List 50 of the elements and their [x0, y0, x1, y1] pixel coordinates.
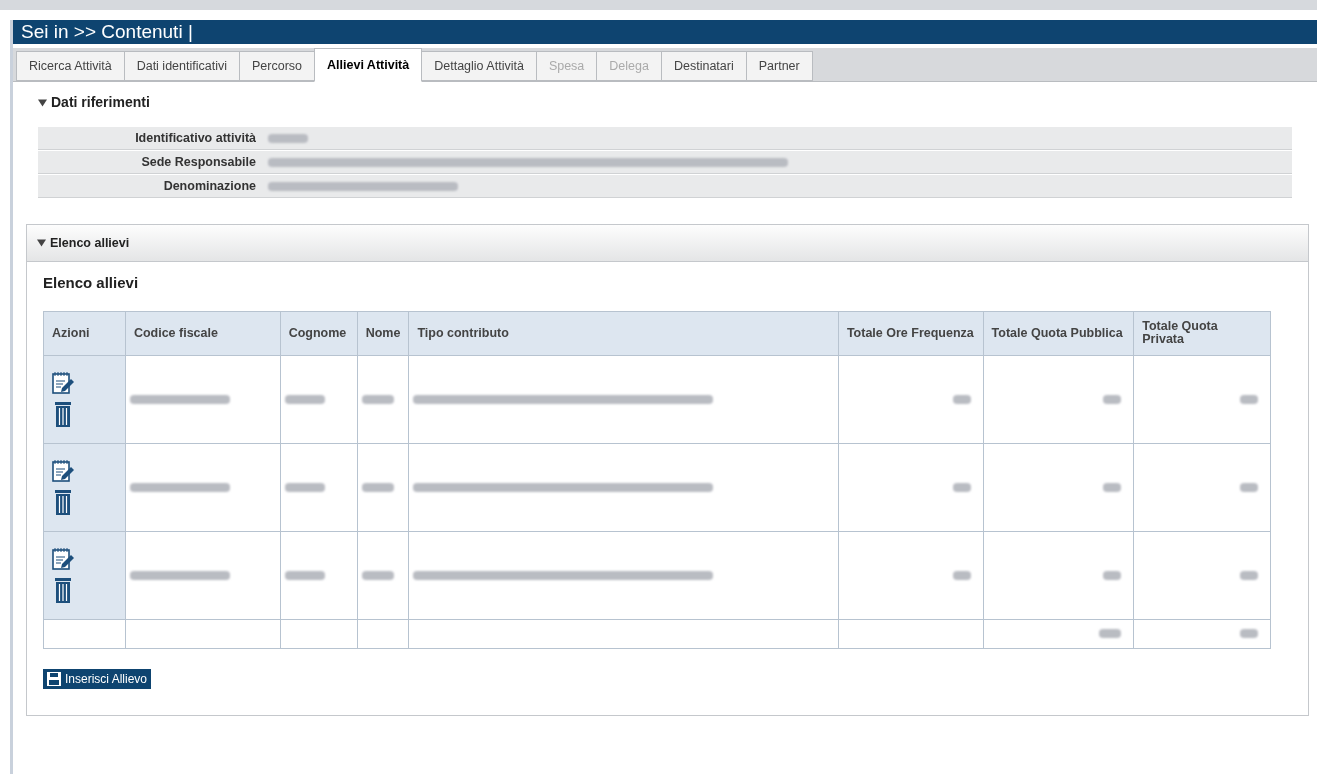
tab[interactable]: Dati identificativi: [123, 51, 240, 81]
tab[interactable]: Partner: [745, 51, 813, 81]
page-header: Sei in >> Contenuti |: [13, 20, 1317, 44]
trash-icon[interactable]: [55, 577, 71, 603]
column-header: Tipo contributo: [408, 311, 839, 355]
tab[interactable]: Destinatari: [660, 51, 747, 81]
column-header: Codice fiscale: [125, 311, 281, 355]
redacted-text: [1103, 482, 1122, 492]
redacted-total: [1099, 629, 1122, 639]
column-header: Azioni: [43, 311, 126, 355]
redacted-text: [1240, 570, 1258, 580]
field-label: Sede Responsabile: [140, 153, 257, 171]
redacted-text: [952, 394, 971, 404]
insert-student-button[interactable]: Inserisci Allievo: [43, 668, 152, 689]
tab[interactable]: Allievi Attività: [314, 48, 423, 82]
redacted-text: [952, 570, 971, 580]
field-label: Denominazione: [162, 177, 257, 195]
redacted-text: [361, 482, 394, 492]
redacted-text: [1240, 482, 1258, 492]
tab[interactable]: Dettaglio Attività: [421, 51, 537, 81]
field-label: Identificativo attività: [134, 129, 257, 147]
redacted-text: [284, 482, 325, 492]
triangle-icon[interactable]: [37, 239, 46, 247]
redacted-text: [1103, 394, 1122, 404]
panel-header[interactable]: Elenco allievi: [27, 225, 1308, 262]
redacted-text: [361, 570, 394, 580]
edit-icon[interactable]: [52, 459, 74, 483]
redacted-text: [284, 570, 325, 580]
column-header: Nome: [357, 311, 409, 355]
column-header: Totale Ore Frequenza: [838, 311, 984, 355]
panel-title: Elenco allievi: [43, 273, 140, 293]
redacted-total: [1240, 629, 1258, 639]
edit-icon[interactable]: [52, 371, 74, 395]
save-icon: [47, 671, 61, 686]
column-header: Totale Quota Privata: [1133, 311, 1271, 355]
tab[interactable]: Ricerca Attività: [16, 51, 125, 81]
column-header: Cognome: [280, 311, 358, 355]
column-header: Totale Quota Pubblica: [983, 311, 1134, 355]
triangle-icon[interactable]: [38, 98, 47, 107]
trash-icon[interactable]: [55, 489, 71, 515]
redacted-text: [361, 394, 394, 404]
trash-icon[interactable]: [55, 401, 71, 427]
redacted-text: [1240, 394, 1258, 404]
redacted-text: [952, 482, 971, 492]
edit-icon[interactable]: [52, 547, 74, 571]
section-title[interactable]: Dati riferimenti: [51, 92, 150, 113]
redacted-text: [1103, 570, 1122, 580]
tab[interactable]: Percorso: [239, 51, 316, 81]
redacted-text: [284, 394, 325, 404]
redacted-value: [268, 133, 308, 143]
